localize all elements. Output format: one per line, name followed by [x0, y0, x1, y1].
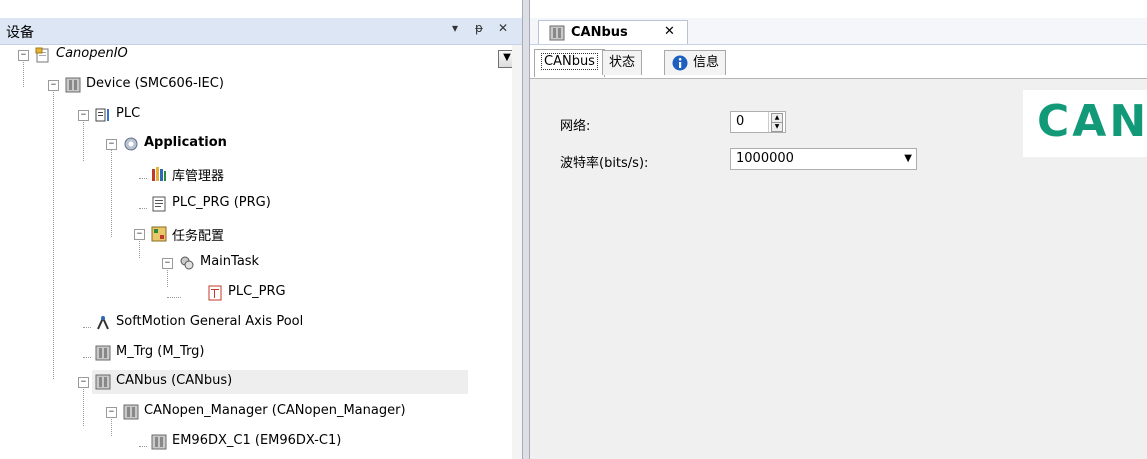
logo-text: CAN	[1037, 96, 1147, 147]
program-call-icon	[207, 285, 223, 301]
tree-connector	[111, 416, 112, 436]
tree-connector	[167, 267, 168, 287]
sub-tab-strip: CANbus 状态 信息	[530, 48, 1147, 79]
tree-collapse-icon[interactable]: −	[78, 110, 89, 121]
tree-item-label[interactable]: PLC_PRG (PRG)	[172, 195, 271, 210]
tree-connector	[53, 89, 54, 379]
tree-item-label[interactable]: CANopen_Manager (CANopen_Manager)	[144, 403, 406, 418]
baudrate-value: 1000000	[736, 151, 794, 166]
tab-canbus[interactable]: CANbus ✕	[538, 20, 688, 44]
tree-item-label[interactable]: Application	[144, 135, 227, 150]
editor-panel: CANbus ✕ CANbus 状态 信息 网络: 0 ▲ ▼ 波特率(bits…	[530, 0, 1147, 459]
subtab-label: CANbus	[541, 53, 598, 70]
subtab-status[interactable]: 状态	[602, 50, 643, 75]
device-icon	[151, 434, 167, 450]
close-icon[interactable]: ✕	[498, 21, 508, 35]
tree-connector	[139, 238, 140, 258]
network-value: 0	[736, 114, 745, 129]
tree-collapse-icon[interactable]: −	[48, 80, 59, 91]
stepper-buttons[interactable]: ▲ ▼	[768, 112, 785, 132]
close-icon[interactable]: ✕	[664, 24, 675, 39]
subtab-label: 信息	[693, 55, 720, 70]
device-icon	[65, 77, 81, 93]
tree-item-label[interactable]: CANbus (CANbus)	[116, 373, 232, 388]
pin-icon[interactable]: ᵽ	[475, 21, 483, 35]
subtab-info[interactable]: 信息	[664, 50, 727, 75]
device-panel-header: 设备 ▾ ᵽ ✕	[0, 18, 522, 45]
vertical-scrollbar[interactable]	[512, 45, 522, 459]
tree-item-label[interactable]: Device (SMC606-IEC)	[86, 76, 224, 91]
info-icon	[672, 55, 688, 71]
tree-item-label[interactable]: SoftMotion General Axis Pool	[116, 314, 303, 329]
tree-connector	[139, 446, 147, 447]
task-icon	[179, 255, 195, 271]
tree-item-label[interactable]: CanopenIO	[56, 46, 128, 61]
can-logo: CAN	[1023, 90, 1147, 157]
device-tree: − CanopenIO − Device (SMC606-IEC) − PLC − Appli…	[0, 45, 510, 459]
network-stepper[interactable]: 0 ▲ ▼	[730, 111, 786, 133]
task-config-icon	[151, 226, 167, 242]
tree-connector	[83, 327, 91, 328]
axis-pool-icon	[95, 315, 111, 331]
tab-label: CANbus	[571, 25, 628, 40]
stepper-down-icon[interactable]: ▼	[771, 122, 783, 132]
tree-item-label[interactable]: 库管理器	[172, 165, 224, 184]
device-icon	[95, 345, 111, 361]
tree-connector	[83, 386, 84, 426]
tree-item-label[interactable]: MainTask	[200, 254, 259, 269]
application-gear-icon	[123, 136, 139, 152]
panel-title: 设备	[6, 25, 34, 41]
tree-collapse-icon[interactable]: −	[162, 258, 173, 269]
canbus-settings: 网络: 0 ▲ ▼ 波特率(bits/s): 1000000 ▼ CAN	[530, 79, 1147, 459]
device-icon	[549, 25, 565, 41]
panel-menu-icon[interactable]: ▾	[452, 21, 458, 35]
tree-collapse-icon[interactable]: −	[134, 229, 145, 240]
baudrate-label: 波特率(bits/s):	[560, 156, 649, 171]
tree-collapse-icon[interactable]: −	[78, 377, 89, 388]
program-icon	[151, 196, 167, 212]
tree-item-label[interactable]: 任务配置	[172, 225, 224, 244]
library-manager-icon	[151, 166, 167, 182]
subtab-canbus[interactable]: CANbus	[534, 49, 605, 77]
tree-item-label[interactable]: PLC	[116, 106, 140, 121]
panel-splitter[interactable]	[522, 0, 530, 459]
tree-collapse-icon[interactable]: −	[18, 50, 29, 61]
document-tab-strip: CANbus ✕	[530, 18, 1147, 45]
tree-connector	[167, 297, 181, 298]
device-panel: 设备 ▾ ᵽ ✕ − CanopenIO − Device (SMC606-IEC) −…	[0, 0, 522, 459]
tree-connector	[139, 208, 147, 209]
baudrate-select[interactable]: 1000000 ▼	[730, 148, 917, 170]
tree-connector	[139, 178, 147, 179]
tree-connector	[83, 357, 91, 358]
tree-collapse-icon[interactable]: −	[106, 407, 117, 418]
tree-connector	[111, 148, 112, 237]
project-icon	[35, 47, 51, 63]
tree-collapse-icon[interactable]: −	[106, 139, 117, 150]
device-icon	[95, 374, 111, 390]
chevron-down-icon[interactable]: ▼	[904, 153, 912, 164]
subtab-label: 状态	[609, 55, 636, 70]
tree-connector	[23, 59, 24, 87]
device-icon	[123, 404, 139, 420]
tree-item-label[interactable]: EM96DX_C1 (EM96DX-C1)	[172, 433, 341, 448]
tree-item-label[interactable]: PLC_PRG	[228, 284, 286, 299]
tree-connector	[83, 119, 84, 161]
plc-icon	[95, 107, 111, 123]
tree-item-label[interactable]: M_Trg (M_Trg)	[116, 344, 205, 359]
network-label: 网络:	[560, 119, 591, 134]
